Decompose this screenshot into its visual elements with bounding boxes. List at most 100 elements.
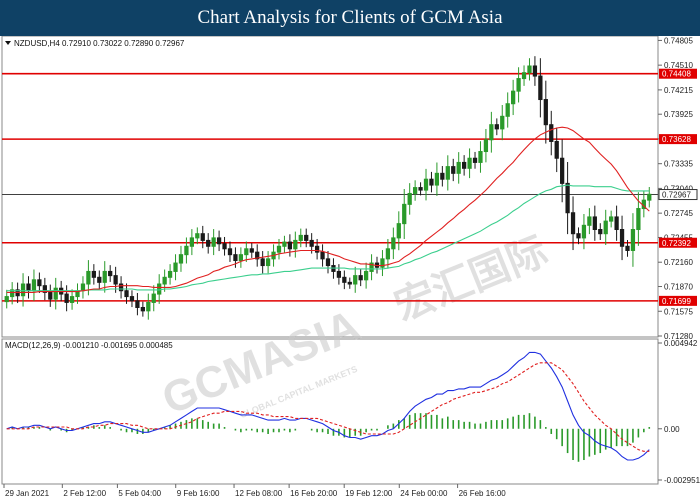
candle-body[interactable] — [527, 65, 532, 74]
candle-body[interactable] — [538, 75, 543, 101]
candle-body[interactable] — [227, 248, 233, 256]
candle-body[interactable] — [445, 166, 450, 180]
candle-body[interactable] — [423, 178, 429, 191]
candle-body[interactable] — [412, 187, 418, 194]
candle-body[interactable] — [325, 258, 331, 267]
candle-body[interactable] — [140, 306, 145, 312]
candle-body[interactable] — [391, 237, 396, 250]
candle-body[interactable] — [472, 157, 478, 163]
candle-body[interactable] — [581, 224, 587, 239]
candle-body[interactable] — [53, 287, 58, 300]
candle-body[interactable] — [211, 237, 216, 247]
candle-body[interactable] — [37, 279, 42, 287]
candle-body[interactable] — [113, 275, 118, 285]
candle-body[interactable] — [483, 139, 489, 153]
candle-body[interactable] — [151, 293, 156, 303]
candle-body[interactable] — [478, 151, 483, 163]
candle-body[interactable] — [304, 234, 309, 241]
candle-body[interactable] — [363, 270, 369, 281]
candle-body[interactable] — [233, 254, 238, 262]
candle-body[interactable] — [385, 248, 391, 260]
candle-body[interactable] — [287, 241, 293, 250]
candle-body[interactable] — [129, 296, 135, 302]
candle-body[interactable] — [69, 296, 75, 303]
candle-body[interactable] — [516, 78, 521, 92]
candle-body[interactable] — [467, 157, 472, 169]
candle-body[interactable] — [184, 245, 189, 256]
candle-body[interactable] — [353, 275, 358, 285]
candle-body[interactable] — [206, 239, 211, 247]
candle-body[interactable] — [320, 251, 325, 260]
candle-body[interactable] — [407, 192, 412, 205]
candle-body[interactable] — [456, 161, 461, 174]
candle-body[interactable] — [532, 65, 538, 77]
candle-body[interactable] — [560, 157, 565, 184]
candle-body[interactable] — [20, 283, 26, 297]
candle-body[interactable] — [396, 223, 401, 239]
candle-body[interactable] — [195, 233, 200, 239]
candle-body[interactable] — [521, 72, 527, 80]
candle-body[interactable] — [4, 296, 9, 303]
candle-body[interactable] — [31, 279, 37, 292]
candle-body[interactable] — [630, 229, 636, 251]
candle-body[interactable] — [462, 161, 467, 169]
candle-body[interactable] — [587, 216, 592, 226]
candle-body[interactable] — [451, 166, 456, 174]
candle-body[interactable] — [26, 283, 31, 292]
candle-body[interactable] — [167, 270, 173, 278]
candle-body[interactable] — [636, 208, 641, 231]
candle-body[interactable] — [609, 216, 614, 222]
candle-body[interactable] — [592, 216, 597, 231]
candle-body[interactable] — [342, 276, 347, 283]
candle-body[interactable] — [244, 248, 249, 256]
candle-body[interactable] — [549, 124, 554, 142]
candle-body[interactable] — [222, 243, 227, 250]
candle-body[interactable] — [494, 124, 499, 130]
candle-body[interactable] — [200, 233, 205, 241]
candle-body[interactable] — [189, 237, 194, 247]
candle-body[interactable] — [347, 281, 352, 285]
candle-body[interactable] — [314, 245, 320, 253]
candle-body[interactable] — [336, 270, 342, 278]
candle-body[interactable] — [570, 212, 576, 235]
candle-body[interactable] — [146, 301, 151, 312]
candle-body[interactable] — [554, 140, 559, 159]
candle-body[interactable] — [260, 258, 265, 267]
candle-body[interactable] — [543, 99, 548, 126]
candle-body[interactable] — [619, 229, 625, 247]
candle-body[interactable] — [173, 262, 178, 272]
candle-body[interactable] — [118, 283, 124, 292]
candle-body[interactable] — [402, 203, 407, 225]
candle-body[interactable] — [434, 172, 440, 186]
candle-body[interactable] — [614, 216, 619, 231]
candle-body[interactable] — [216, 237, 222, 245]
candle-body[interactable] — [565, 182, 570, 214]
candle-body[interactable] — [91, 270, 96, 278]
candle-body[interactable] — [440, 172, 445, 180]
candle-body[interactable] — [358, 275, 363, 281]
candle-body[interactable] — [178, 254, 184, 264]
candle-body[interactable] — [576, 233, 581, 239]
candle-body[interactable] — [603, 220, 608, 235]
candle-body[interactable] — [511, 90, 516, 105]
candle-body[interactable] — [293, 239, 298, 250]
candle-body[interactable] — [298, 234, 303, 241]
candle-body[interactable] — [108, 270, 113, 277]
candle-body[interactable] — [157, 283, 162, 295]
candle-body[interactable] — [162, 276, 167, 285]
candle-body[interactable] — [598, 229, 603, 235]
candle-body[interactable] — [135, 300, 140, 308]
candle-body[interactable] — [48, 291, 53, 300]
candle-body[interactable] — [102, 270, 107, 283]
candle-body[interactable] — [124, 290, 129, 298]
candle-body[interactable] — [282, 241, 287, 247]
candle-body[interactable] — [429, 178, 434, 186]
candle-body[interactable] — [238, 254, 244, 262]
candle-body[interactable] — [500, 115, 505, 130]
candle-body[interactable] — [418, 187, 423, 191]
candle-body[interactable] — [64, 293, 69, 303]
candle-body[interactable] — [505, 103, 510, 117]
candle-body[interactable] — [309, 239, 314, 247]
candle-body[interactable] — [489, 124, 494, 141]
candle-body[interactable] — [86, 270, 91, 285]
